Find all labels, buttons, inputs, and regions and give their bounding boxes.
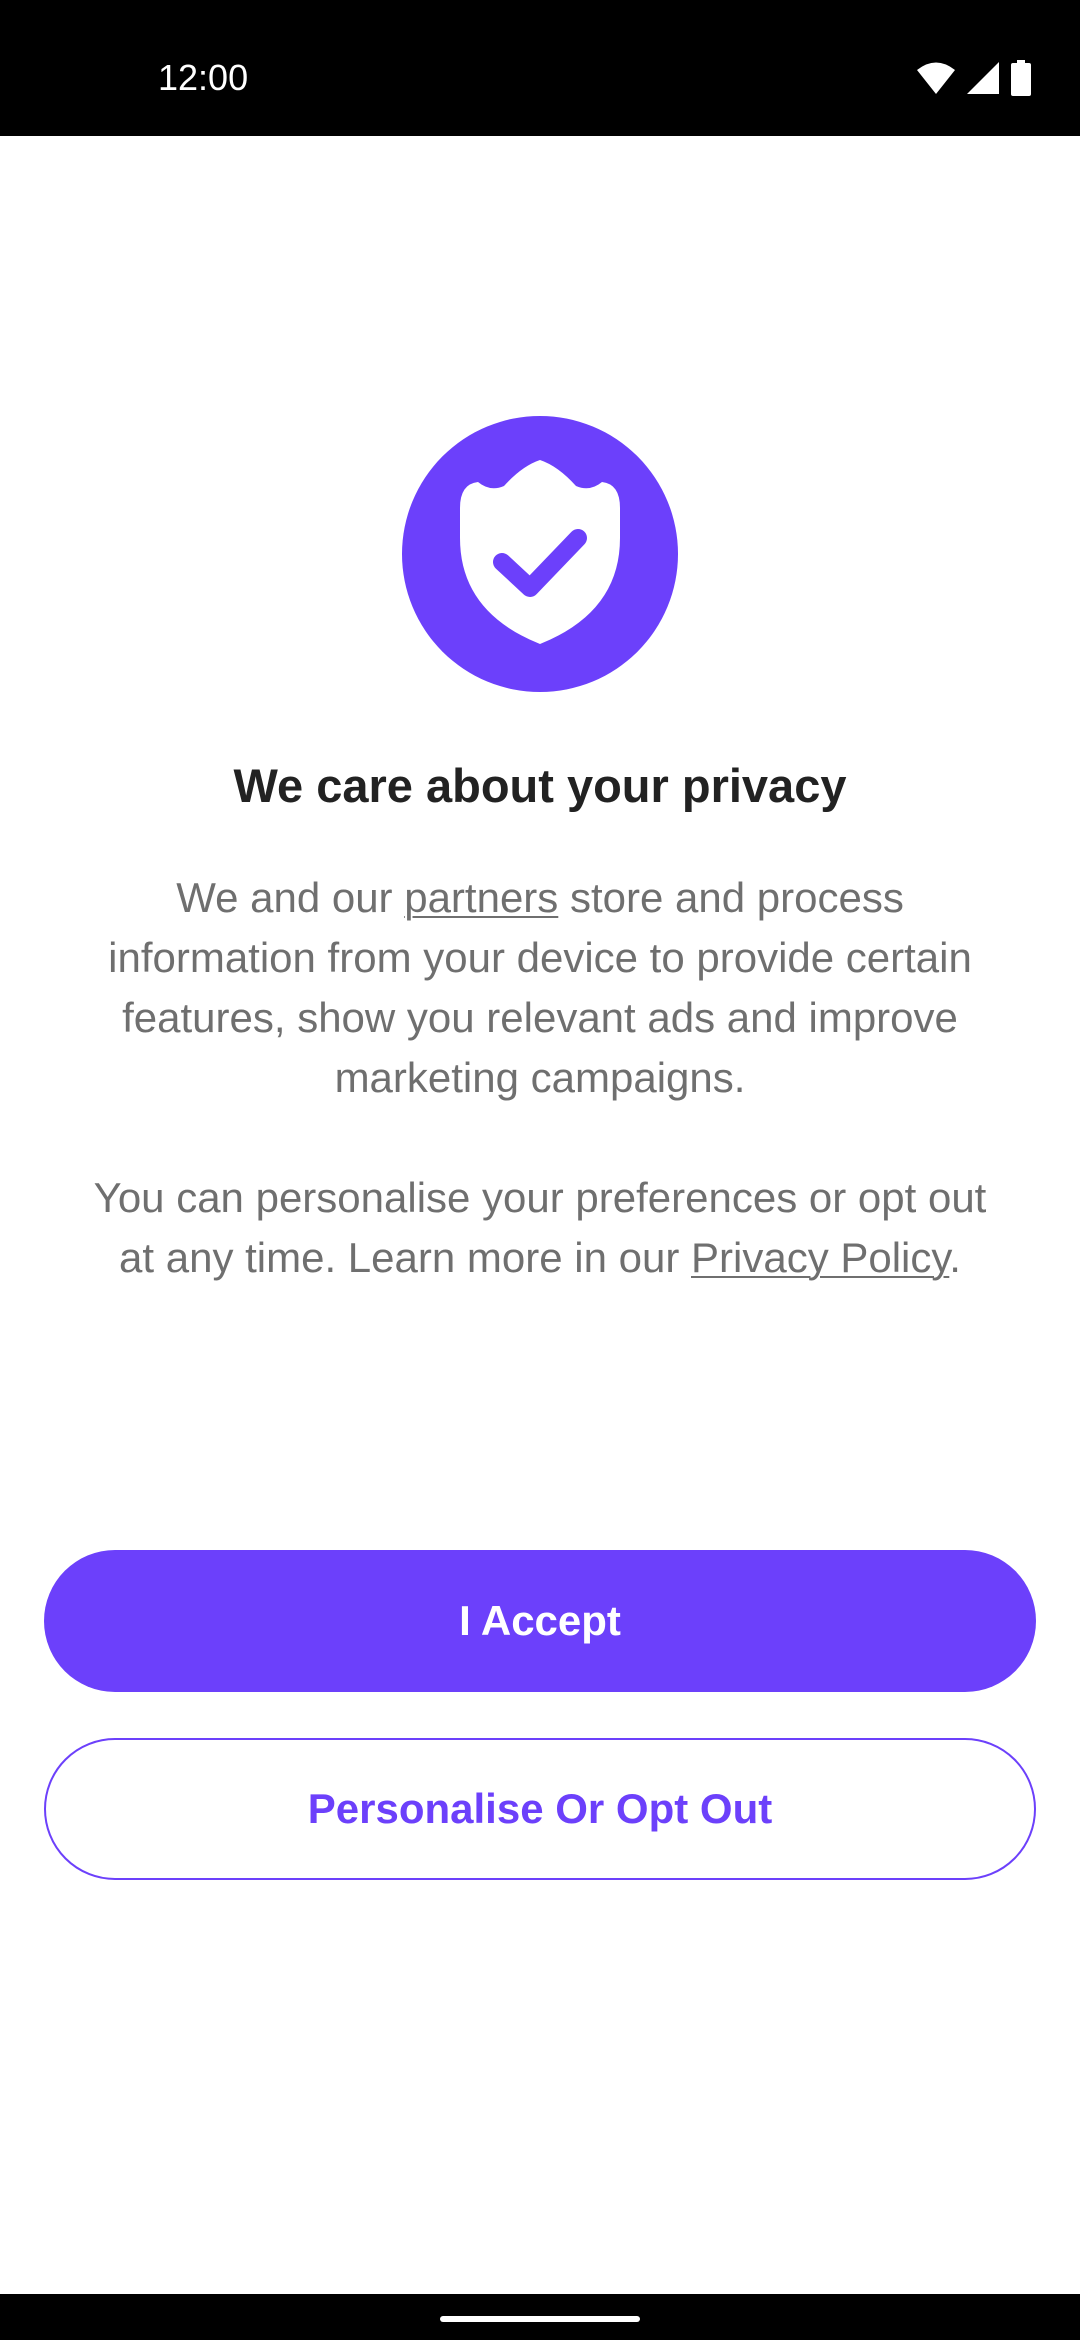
home-gesture-handle[interactable] [440,2316,640,2322]
battery-icon [1010,59,1032,101]
accept-button[interactable]: I Accept [44,1550,1036,1692]
consent-opt-out-info: You can personalise your preferences or … [80,1168,1000,1288]
privacy-badge [402,416,678,692]
navigation-bar [0,2294,1080,2340]
status-time: 12:00 [158,57,249,98]
partners-link[interactable]: partners [404,874,558,921]
cellular-signal-icon [966,61,1000,100]
description-text: We and our [176,874,405,921]
status-bar: 12:00 [0,0,1080,136]
consent-description: We and our partners store and process in… [80,868,1000,1108]
opt-out-text-end: . [949,1234,961,1281]
personalise-opt-out-button[interactable]: Personalise Or Opt Out [44,1738,1036,1880]
shield-check-icon [460,460,620,644]
privacy-policy-link[interactable]: Privacy Policy [691,1234,949,1281]
consent-title: We care about your privacy [233,759,847,812]
status-icons [916,59,1032,101]
wifi-icon [916,61,956,100]
